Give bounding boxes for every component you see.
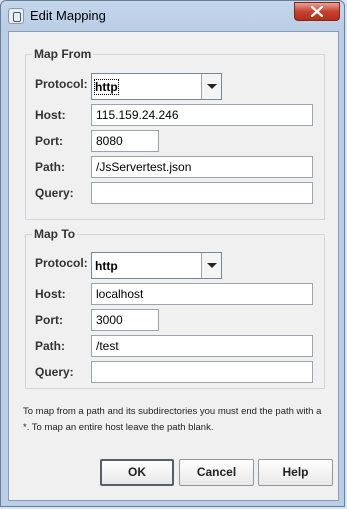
- to-host-label: Host:: [35, 287, 66, 301]
- from-path-input[interactable]: /JsServertest.json: [91, 156, 313, 178]
- chevron-down-icon[interactable]: [201, 253, 221, 278]
- map-to-title: Map To: [32, 227, 78, 241]
- to-query-label: Query:: [35, 365, 74, 379]
- to-protocol-select[interactable]: http: [91, 252, 222, 279]
- to-host-input[interactable]: localhost: [91, 283, 313, 305]
- to-protocol-label: Protocol:: [35, 256, 88, 270]
- to-path-label: Path:: [35, 339, 65, 353]
- to-query-input[interactable]: [91, 361, 313, 383]
- from-host-label: Host:: [35, 108, 66, 122]
- help-note: To map from a path and its subdirectorie…: [23, 406, 322, 433]
- help-button[interactable]: Help: [258, 459, 333, 486]
- to-protocol-value: http: [95, 259, 118, 273]
- map-to-group: Map To Protocol: http Host: localhost Po…: [25, 227, 325, 389]
- from-host-input[interactable]: 115.159.24.246: [91, 104, 313, 126]
- map-from-title: Map From: [32, 47, 94, 61]
- from-protocol-select[interactable]: http: [91, 73, 222, 100]
- from-protocol-value: http: [94, 79, 119, 95]
- dialog-body: Map From Protocol: http Host: 115.159.24…: [8, 31, 339, 501]
- map-from-group: Map From Protocol: http Host: 115.159.24…: [25, 47, 325, 220]
- from-path-label: Path:: [35, 160, 65, 174]
- from-port-input[interactable]: 8080: [91, 130, 159, 152]
- from-port-label: Port:: [35, 134, 63, 148]
- from-query-input[interactable]: [91, 182, 313, 204]
- chevron-down-icon[interactable]: [201, 74, 221, 99]
- from-protocol-label: Protocol:: [35, 77, 88, 91]
- to-port-label: Port:: [35, 313, 63, 327]
- title-bar[interactable]: Edit Mapping: [1, 1, 344, 31]
- window-title: Edit Mapping: [30, 8, 106, 23]
- from-query-label: Query:: [35, 186, 74, 200]
- ok-button[interactable]: OK: [100, 459, 174, 486]
- close-icon: [311, 6, 323, 17]
- to-port-input[interactable]: 3000: [91, 309, 159, 331]
- edit-mapping-window: Edit Mapping Map From Protocol: http Hos…: [0, 0, 345, 507]
- cancel-button[interactable]: Cancel: [179, 459, 254, 486]
- close-button[interactable]: [294, 2, 340, 21]
- app-icon: [8, 8, 24, 24]
- to-path-input[interactable]: /test: [91, 335, 313, 357]
